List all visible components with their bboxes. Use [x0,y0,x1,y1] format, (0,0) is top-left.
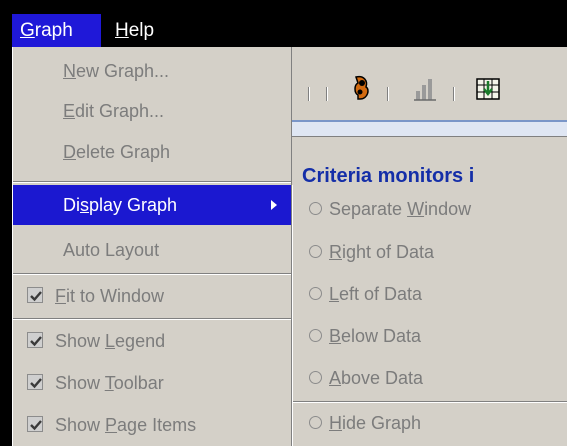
toolbar-separator [387,87,389,101]
submenu-item-below-data[interactable]: Below Data [293,316,567,356]
submenu-item-right-of-data[interactable]: Right of Data [293,232,567,272]
submenu-item-separate-window[interactable]: Separate Window [293,189,567,229]
menu-item-auto-layout[interactable]: Auto Layout [13,230,291,270]
menu-separator [13,273,291,275]
submenu-item-left-of-data[interactable]: Left of Data [293,274,567,314]
radio-icon [309,329,322,342]
toolbar [286,47,567,119]
toolbar-separator [308,87,310,101]
mnemonic: P [105,415,118,435]
divider [286,136,567,146]
radio-icon [309,287,322,300]
submenu-arrow-icon [271,200,277,210]
mnemonic: s [80,195,89,215]
menu-item-edit-graph[interactable]: Edit Graph... [13,91,291,131]
menu-graph[interactable]: Graph [12,14,101,48]
menu-item-new-graph[interactable]: New Graph... [13,51,291,91]
menu-item-show-page-items[interactable]: Show Page Items [13,405,291,445]
menu-item-fit-to-window[interactable]: Fit to Window [13,276,291,316]
checkbox-checked-icon [27,332,43,348]
menu-item-display-graph[interactable]: Display Graph [13,185,291,225]
menu-separator [13,181,291,183]
graph-menu: New Graph... Edit Graph... Delete Graph … [12,47,292,446]
menu-bar: Graph Help [0,0,567,48]
mnemonic: G [20,20,35,41]
checkbox-checked-icon [27,416,43,432]
address-strip [286,120,567,136]
radio-icon [309,202,322,215]
mnemonic: R [329,242,342,262]
submenu-item-hide-graph[interactable]: Hide Graph [293,403,567,443]
mnemonic: B [329,326,342,346]
mnemonic: H [329,413,342,433]
mnemonic: D [63,142,76,162]
menu-item-show-toolbar[interactable]: Show Toolbar [13,363,291,403]
radio-icon [309,245,322,258]
monitor-icon[interactable] [346,73,374,103]
table-export-icon[interactable] [474,73,502,103]
mnemonic: L [329,284,340,304]
checkbox-checked-icon [27,374,43,390]
menu-separator [13,318,291,320]
mnemonic: A [329,368,342,388]
menu-item-delete-graph[interactable]: Delete Graph [13,132,291,172]
toolbar-separator [453,87,455,101]
mnemonic: N [63,61,76,81]
bar-chart-icon[interactable] [412,73,440,103]
display-graph-submenu: Separate Window Right of Data Left of Da… [292,185,567,446]
radio-icon [309,416,322,429]
mnemonic: F [55,286,66,306]
radio-icon [309,371,322,384]
mnemonic: H [115,20,129,41]
toolbar-separator [326,87,328,101]
mnemonic: L [105,331,116,351]
menu-item-show-legend[interactable]: Show Legend [13,321,291,361]
mnemonic: W [407,199,425,219]
menu-help[interactable]: Help [107,14,167,48]
submenu-item-above-data[interactable]: Above Data [293,358,567,398]
checkbox-checked-icon [27,287,43,303]
mnemonic: T [104,373,114,393]
mnemonic: E [63,101,76,121]
